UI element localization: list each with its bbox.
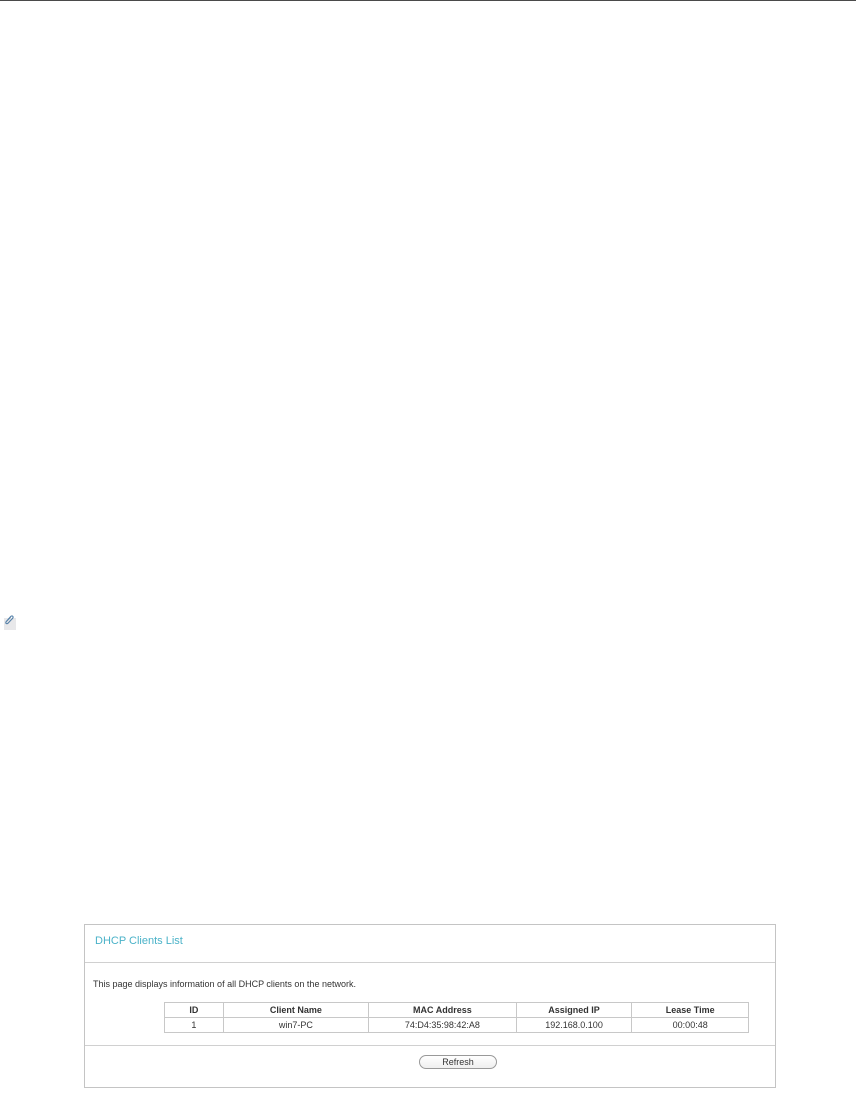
column-header-client-name: Client Name bbox=[222, 1002, 370, 1018]
table-row: 1 win7-PC 74:D4:35:98:42:A8 192.168.0.10… bbox=[164, 1017, 749, 1033]
dhcp-clients-panel: DHCP Clients List This page displays inf… bbox=[84, 924, 776, 1088]
cell-client-name: win7-PC bbox=[222, 1017, 370, 1033]
document-page: DHCP Clients List This page displays inf… bbox=[0, 0, 856, 1098]
cell-lease-time: 00:00:48 bbox=[631, 1017, 749, 1033]
column-header-assigned-ip: Assigned IP bbox=[515, 1002, 633, 1018]
paperclip-glyph bbox=[5, 615, 14, 625]
column-header-lease-time: Lease Time bbox=[631, 1002, 749, 1018]
panel-description: This page displays information of all DH… bbox=[93, 979, 356, 989]
column-header-id: ID bbox=[164, 1002, 224, 1018]
cell-assigned-ip: 192.168.0.100 bbox=[515, 1017, 633, 1033]
table-header-row: ID Client Name MAC Address Assigned IP L… bbox=[164, 1002, 749, 1018]
cell-id: 1 bbox=[164, 1017, 224, 1033]
cell-mac-address: 74:D4:35:98:42:A8 bbox=[368, 1017, 517, 1033]
panel-title: DHCP Clients List bbox=[95, 935, 183, 947]
panel-divider bbox=[85, 962, 775, 963]
top-rule bbox=[0, 0, 856, 1]
panel-divider bbox=[85, 1045, 775, 1046]
refresh-button[interactable]: Refresh bbox=[419, 1055, 497, 1069]
dhcp-clients-table: ID Client Name MAC Address Assigned IP L… bbox=[164, 1002, 749, 1033]
column-header-mac-address: MAC Address bbox=[368, 1002, 517, 1018]
paperclip-icon[interactable] bbox=[3, 613, 17, 630]
